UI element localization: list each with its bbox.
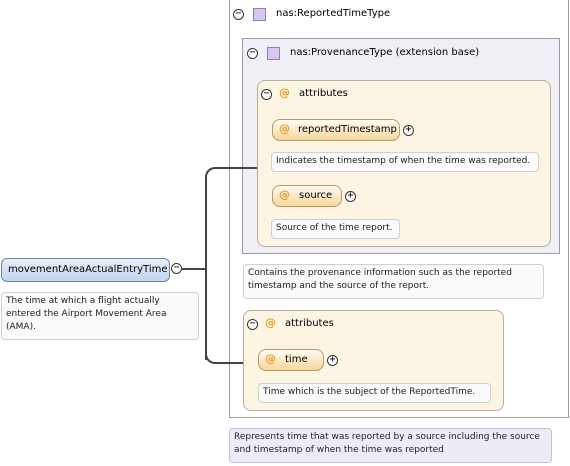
- time-documentation: Time which is the subject of the Reporte…: [258, 383, 491, 403]
- time-name: time: [285, 354, 308, 365]
- expand-time-icon[interactable]: +: [327, 355, 338, 366]
- connector-bottom-branch: [217, 362, 243, 364]
- attribute-icon: @: [265, 352, 276, 365]
- collapse-reported-time-type-icon[interactable]: −: [233, 9, 244, 20]
- reported-timestamp-documentation: Indicates the timestamp of when the time…: [271, 152, 539, 172]
- connector-top-curve: [205, 167, 219, 181]
- collapse-own-attributes-icon[interactable]: −: [247, 319, 258, 330]
- attribute-icon: @: [265, 316, 276, 329]
- complex-type-icon: [253, 8, 266, 21]
- element-name: movementAreaActualEntryTime: [8, 264, 168, 275]
- reported-time-type-documentation: Represents time that was reported by a s…: [229, 428, 552, 463]
- source-documentation: Source of the time report.: [271, 219, 400, 239]
- reported-timestamp-name: reportedTimestamp: [298, 124, 397, 135]
- complex-type-icon: [267, 47, 280, 60]
- reported-time-type-title: nas:ReportedTimeType: [276, 8, 391, 19]
- element-documentation: The time at which a flight actually ente…: [1, 292, 199, 340]
- provenance-type-title: nas:ProvenanceType (extension base): [290, 47, 480, 58]
- expand-reported-timestamp-icon[interactable]: +: [403, 125, 414, 136]
- collapse-provenance-attributes-icon[interactable]: −: [261, 89, 272, 100]
- attribute-icon: @: [279, 86, 290, 99]
- source-name: source: [299, 190, 333, 201]
- own-attributes-label: attributes: [285, 318, 334, 329]
- expand-source-icon[interactable]: +: [345, 191, 356, 202]
- provenance-type-documentation: Contains the provenance information such…: [243, 264, 544, 299]
- provenance-attributes-label: attributes: [299, 88, 348, 99]
- attribute-icon: @: [279, 122, 290, 135]
- collapse-element-icon[interactable]: −: [171, 263, 182, 274]
- connector-vertical: [205, 175, 207, 360]
- connector-top-branch: [217, 167, 257, 169]
- attribute-icon: @: [279, 188, 290, 201]
- collapse-provenance-type-icon[interactable]: −: [247, 48, 258, 59]
- connector-horizontal: [182, 268, 206, 270]
